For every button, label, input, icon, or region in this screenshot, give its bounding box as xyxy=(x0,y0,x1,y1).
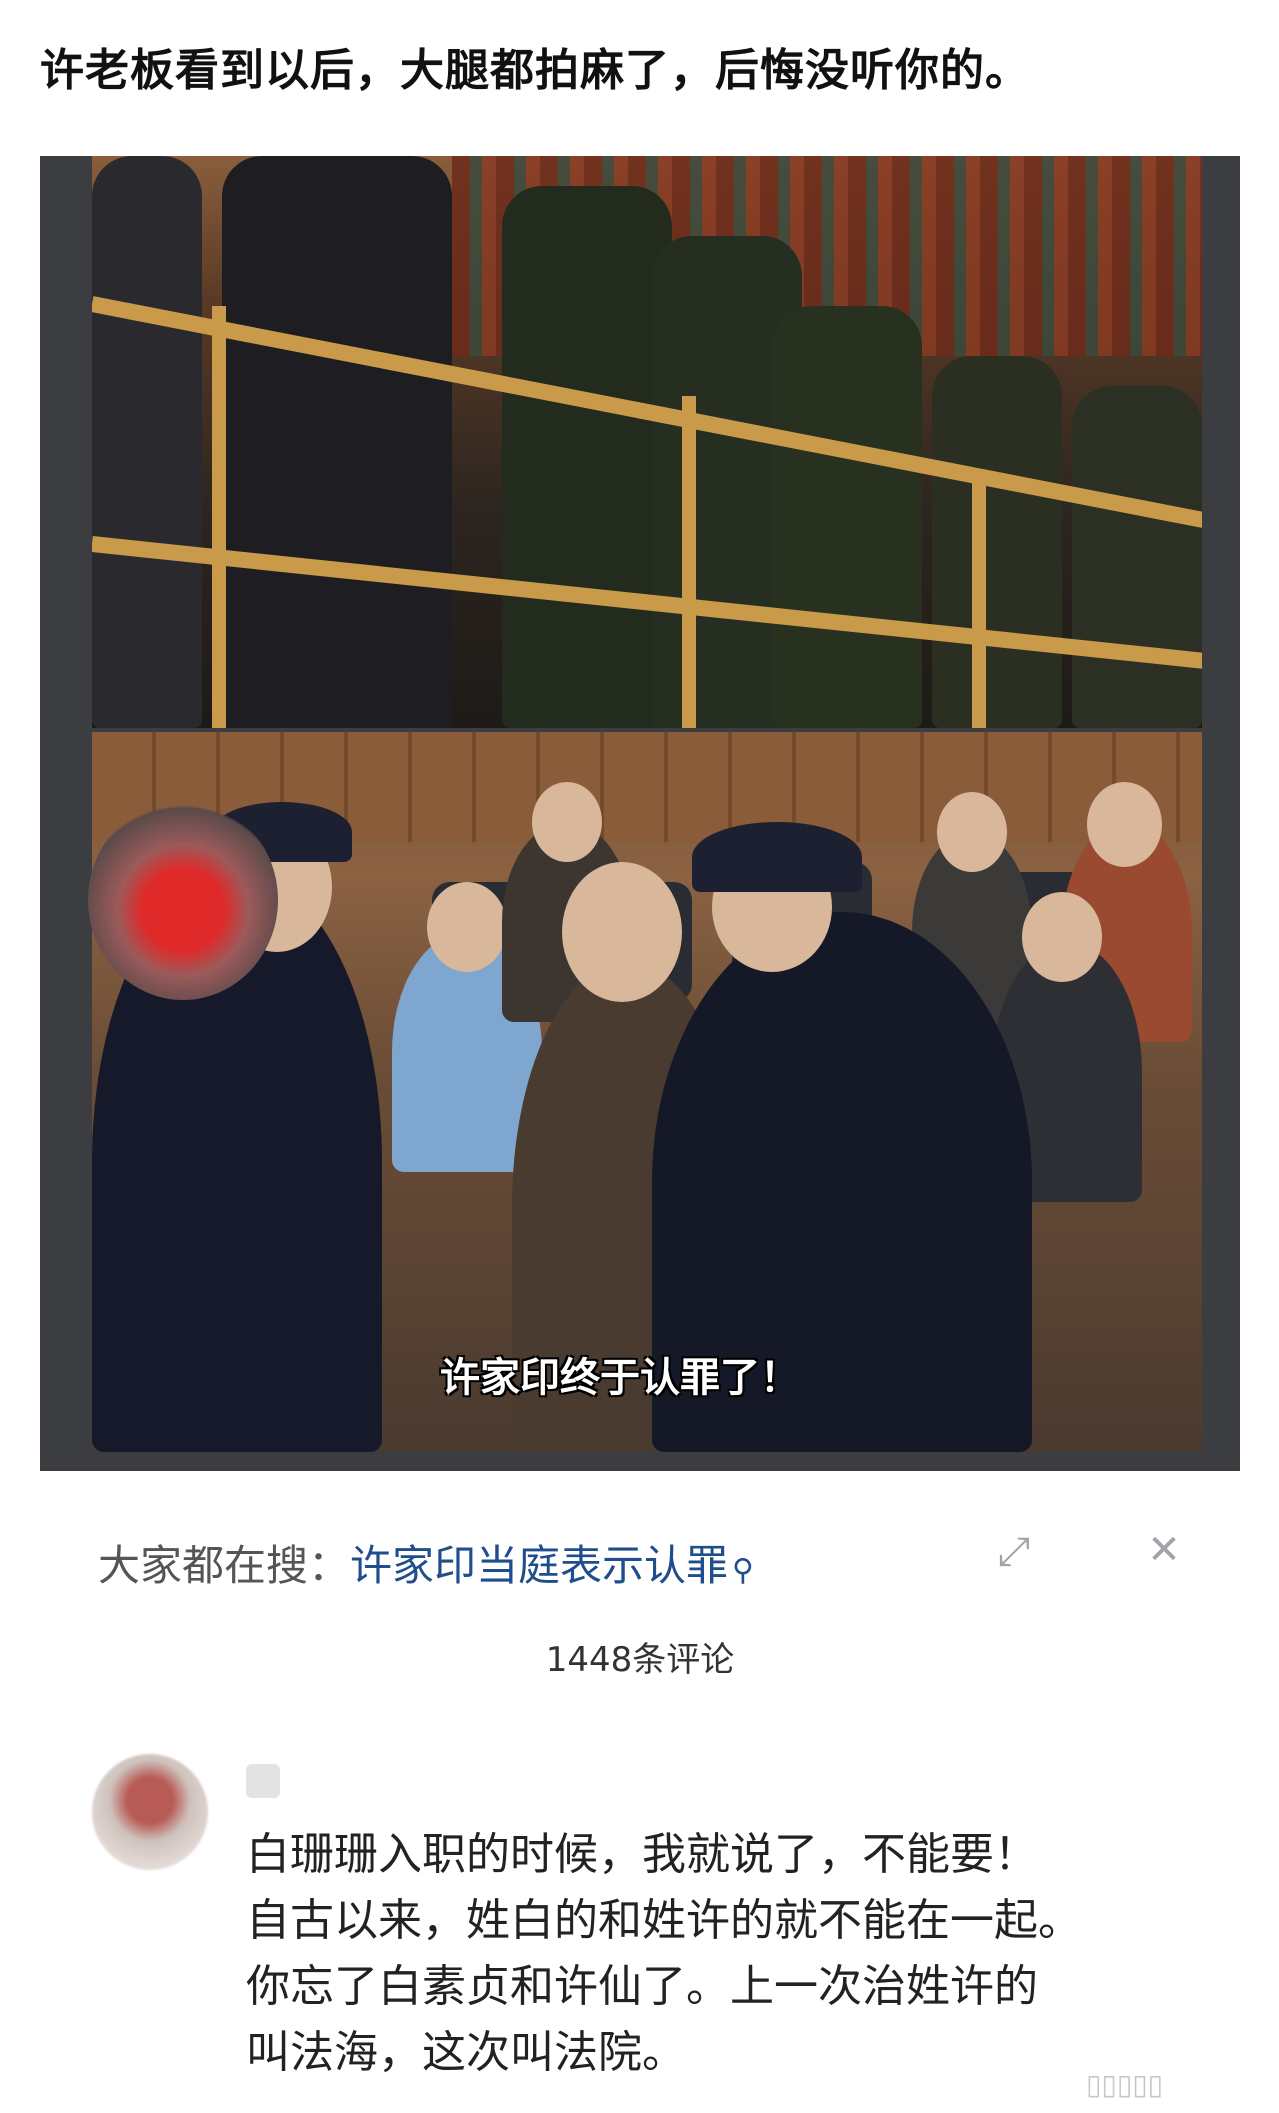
spectator-head xyxy=(1087,782,1162,867)
expand-icon[interactable]: ⤢ xyxy=(992,1530,1036,1574)
spectator-head xyxy=(427,882,507,972)
railing-post xyxy=(972,476,986,728)
defendant-head xyxy=(562,862,682,1002)
figure-officer-4 xyxy=(932,356,1062,728)
search-card: 大家都在搜：许家印当庭表示认罪 ⚲ ⤢ ✕ 1448条评论 白珊珊入职的时候，我就… xyxy=(40,1472,1240,2113)
blurred-sticker xyxy=(88,800,278,1000)
comment-count: 1448条评论 xyxy=(545,1640,735,1680)
comment-line: 叫法海，这次叫法院。 xyxy=(246,2027,686,2078)
comment-line: 自古以来，姓白的和姓许的就不能在一起。 xyxy=(246,1895,1082,1946)
railing-post xyxy=(682,396,696,728)
figure-suit xyxy=(222,156,452,728)
search-icon[interactable]: ⚲ xyxy=(732,1553,754,1588)
close-icon[interactable]: ✕ xyxy=(1142,1528,1186,1572)
media-frame[interactable] xyxy=(40,156,1240,1471)
officer-right-cap xyxy=(692,822,862,892)
username-blurred[interactable] xyxy=(246,1764,280,1798)
avatar[interactable] xyxy=(92,1754,208,1870)
comment-line: 白珊珊入职的时候，我就说了，不能要！ xyxy=(246,1829,1038,1880)
parade-photo xyxy=(92,156,1202,728)
spectator-head xyxy=(532,782,602,862)
watermark-icon: ▯▯▯▯▯ xyxy=(1086,2068,1164,2101)
spectator-head xyxy=(937,792,1007,872)
spectator-head xyxy=(1022,892,1102,982)
comment-line: 你忘了白素贞和许仙了。上一次治姓许的 xyxy=(246,1961,1038,2012)
figure-officer-3 xyxy=(772,306,922,728)
railing-post xyxy=(212,306,226,728)
search-suggestion[interactable]: 大家都在搜：许家印当庭表示认罪 ⚲ xyxy=(98,1532,754,1593)
figure-officer-5 xyxy=(1072,386,1202,728)
comment-text: 白珊珊入职的时候，我就说了，不能要！ 自古以来，姓白的和姓许的就不能在一起。 你… xyxy=(246,1822,1082,2086)
figure-officer-1 xyxy=(502,186,672,728)
figure-shirt xyxy=(92,156,202,728)
video-caption: 许家印终于认罪了！ xyxy=(440,1355,800,1401)
search-term-link[interactable]: 许家印当庭表示认罪 xyxy=(350,1541,728,1590)
search-prefix: 大家都在搜： xyxy=(98,1541,351,1590)
post-title: 许老板看到以后，大腿都拍麻了，后悔没听你的。 xyxy=(40,45,1030,96)
